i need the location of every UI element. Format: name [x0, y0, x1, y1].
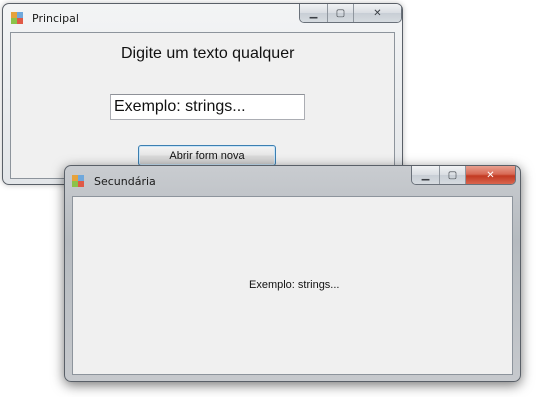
secundaria-minimize-button[interactable]: ▁ — [412, 166, 439, 184]
principal-minimize-button[interactable]: ▁ — [300, 4, 327, 22]
secundaria-text-label: Exemplo: strings... — [249, 279, 340, 291]
secundaria-client-area: Exemplo: strings... — [72, 196, 513, 375]
minimize-icon: ▁ — [309, 7, 318, 19]
secundaria-maximize-button[interactable]: ▢ — [439, 166, 465, 184]
maximize-icon: ▢ — [447, 169, 458, 181]
principal-heading: Digite um texto qualquer — [121, 45, 295, 62]
secundaria-window[interactable]: Secundária ▁ ▢ ✕ Exemplo: strings... — [64, 165, 521, 382]
secundaria-titlebar[interactable]: Secundária ▁ ▢ ✕ — [65, 166, 520, 193]
principal-caption-buttons: ▁ ▢ ✕ — [299, 4, 402, 23]
minimize-icon: ▁ — [421, 169, 430, 181]
principal-window[interactable]: Principal ▁ ▢ ✕ Digite um texto qualquer… — [2, 3, 403, 185]
maximize-icon: ▢ — [335, 7, 346, 19]
secundaria-title: Secundária — [94, 175, 156, 188]
secundaria-close-button[interactable]: ✕ — [465, 166, 515, 184]
principal-close-button[interactable]: ✕ — [353, 4, 401, 22]
principal-titlebar[interactable]: Principal ▁ ▢ ✕ — [3, 4, 402, 31]
principal-client-area: Digite um texto qualquer Exemplo: string… — [10, 32, 395, 179]
close-icon: ✕ — [373, 7, 382, 19]
secundaria-caption-buttons: ▁ ▢ ✕ — [411, 166, 516, 185]
form-icon — [72, 175, 85, 188]
close-icon: ✕ — [486, 169, 495, 181]
form-icon — [11, 12, 24, 25]
principal-maximize-button[interactable]: ▢ — [327, 4, 353, 22]
principal-title: Principal — [32, 12, 79, 25]
open-new-form-button[interactable]: Abrir form nova — [138, 145, 276, 166]
text-input[interactable]: Exemplo: strings... — [110, 94, 305, 120]
